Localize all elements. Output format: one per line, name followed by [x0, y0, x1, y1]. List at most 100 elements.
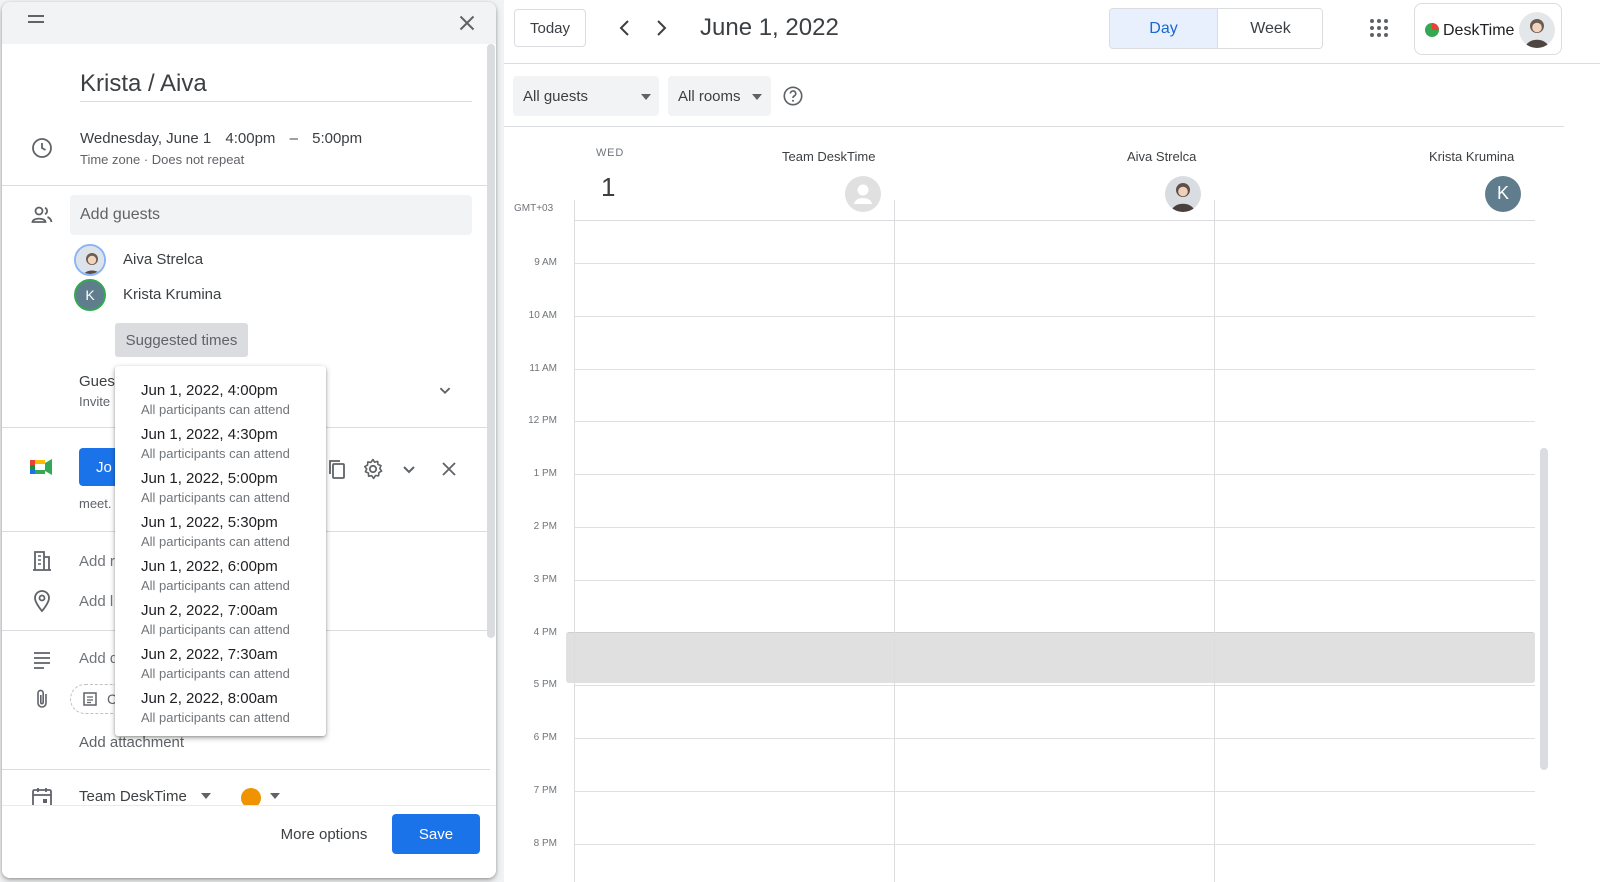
- divider: [504, 63, 1600, 64]
- hour-label: 5 PM: [533, 679, 557, 691]
- divider: [2, 769, 490, 770]
- suggested-time-note: All participants can attend: [141, 534, 290, 549]
- event-editor-panel: Wednesday, June 1 4:00pm – 5:00pm Time z…: [2, 2, 496, 878]
- suggested-time-option[interactable]: Jun 2, 2022, 7:30am All participants can …: [115, 644, 326, 688]
- column-name: Team DeskTime: [782, 149, 876, 164]
- desktime-logo-icon: [1425, 23, 1439, 37]
- person-placeholder-icon: [845, 176, 881, 212]
- suggested-time-option[interactable]: Jun 1, 2022, 5:30pm All participants can …: [115, 512, 326, 556]
- suggested-time: Jun 1, 2022, 5:30pm: [141, 514, 278, 531]
- hour-label: 11 AM: [529, 362, 557, 374]
- guests-filter[interactable]: All guests: [513, 76, 659, 116]
- guest-permissions-title[interactable]: Gues: [79, 373, 115, 390]
- suggested-time-option[interactable]: Jun 1, 2022, 4:00pm All participants can …: [115, 380, 326, 424]
- save-button[interactable]: Save: [392, 814, 480, 854]
- hour-label: 2 PM: [533, 521, 557, 532]
- suggested-times-menu: Jun 1, 2022, 4:00pm All participants can …: [115, 366, 326, 736]
- hour-line: [574, 632, 1535, 634]
- suggested-times-button[interactable]: Suggested times: [115, 323, 248, 357]
- hour-label: 1 PM: [533, 468, 557, 480]
- copy-icon[interactable]: [325, 457, 349, 481]
- caret-down-icon[interactable]: [201, 793, 211, 799]
- gear-icon[interactable]: [361, 457, 385, 481]
- event-datetime[interactable]: Wednesday, June 1 4:00pm – 5:00pm: [80, 130, 372, 147]
- caret-down-icon: [641, 94, 651, 100]
- close-icon[interactable]: [454, 10, 480, 36]
- remove-meet-icon[interactable]: [437, 457, 461, 481]
- suggested-time-note: All participants can attend: [141, 446, 290, 461]
- week-view-button[interactable]: Week: [1218, 9, 1322, 48]
- event-end-time[interactable]: 5:00pm: [312, 130, 362, 147]
- suggested-time-note: All participants can attend: [141, 666, 290, 681]
- meet-link[interactable]: meet.: [79, 496, 112, 511]
- clock-icon: [32, 138, 52, 158]
- event-date[interactable]: Wednesday, June 1: [80, 130, 211, 147]
- guest-name: Aiva Strelca: [123, 251, 204, 268]
- panel-scrollbar[interactable]: [487, 44, 495, 638]
- calendar-select[interactable]: Team DeskTime: [79, 788, 187, 805]
- description-icon: [34, 652, 50, 669]
- current-date-title: June 1, 2022: [700, 14, 839, 41]
- more-options-button[interactable]: More options: [264, 814, 384, 854]
- suggested-time: Jun 2, 2022, 7:30am: [141, 646, 278, 663]
- add-rooms-field[interactable]: Add r: [79, 553, 115, 570]
- guest-row[interactable]: Aiva Strelca: [74, 244, 374, 278]
- suggested-time-option[interactable]: Jun 2, 2022, 8:00am All participants can …: [115, 688, 326, 732]
- panel-header: [2, 2, 496, 44]
- column-name: Aiva Strelca: [1127, 149, 1197, 164]
- rooms-filter[interactable]: All rooms: [668, 76, 771, 116]
- avatar: [1519, 12, 1555, 48]
- column-divider: [574, 200, 575, 882]
- hour-line: [574, 421, 1535, 423]
- hour-label: 7 PM: [533, 785, 557, 796]
- chevron-left-icon[interactable]: [613, 16, 637, 40]
- rooms-filter-label: All rooms: [678, 87, 741, 105]
- time-dash: –: [289, 130, 298, 147]
- event-start-time[interactable]: 4:00pm: [225, 130, 275, 147]
- google-meet-icon: [30, 459, 52, 475]
- brand-name: DeskTime: [1443, 22, 1515, 39]
- add-description-field[interactable]: Add d: [79, 650, 118, 667]
- timezone-repeat-text[interactable]: Time zone · Does not repeat: [80, 152, 244, 167]
- add-guests-input[interactable]: [70, 195, 472, 235]
- suggested-time-option[interactable]: Jun 1, 2022, 6:00pm All participants can …: [115, 556, 326, 600]
- hour-line: [574, 579, 1535, 581]
- suggested-time: Jun 1, 2022, 4:30pm: [141, 426, 278, 443]
- day-view-button[interactable]: Day: [1110, 9, 1217, 48]
- view-toggle: Day Week: [1109, 8, 1323, 49]
- add-location-field[interactable]: Add l: [79, 593, 113, 610]
- suggested-time-note: All participants can attend: [141, 710, 290, 725]
- hour-line: [574, 263, 1535, 264]
- hour-label: 4 PM: [533, 626, 557, 638]
- calendar-scrollbar[interactable]: [1540, 448, 1548, 770]
- avatar-initial: K: [1496, 183, 1509, 203]
- suggested-time-note: All participants can attend: [141, 490, 290, 505]
- today-button[interactable]: Today: [514, 9, 586, 47]
- event-title-input[interactable]: [80, 66, 472, 102]
- chevron-down-icon[interactable]: [434, 379, 456, 401]
- event-block[interactable]: [566, 632, 1535, 683]
- hour-line: [574, 791, 1535, 792]
- caret-down-icon[interactable]: [270, 793, 280, 799]
- apps-grid-icon[interactable]: [1368, 17, 1390, 39]
- suggested-time-option[interactable]: Jun 1, 2022, 4:30pm All participants can …: [115, 424, 326, 468]
- hour-line: [574, 368, 1535, 370]
- guest-row[interactable]: K Krista Krumina: [74, 279, 374, 313]
- hour-label: 6 PM: [533, 732, 557, 744]
- chevron-right-icon[interactable]: [649, 16, 673, 40]
- divider: [574, 220, 1535, 221]
- drag-handle-icon[interactable]: [28, 15, 44, 29]
- add-attachment-link[interactable]: Add attachment: [79, 734, 184, 751]
- suggested-time-note: All participants can attend: [141, 622, 290, 637]
- suggested-time-option[interactable]: Jun 2, 2022, 7:00am All participants can …: [115, 600, 326, 644]
- column-divider: [894, 200, 895, 882]
- chevron-down-icon[interactable]: [397, 457, 421, 481]
- day-number[interactable]: 1: [601, 172, 615, 203]
- avatar: K: [74, 279, 106, 311]
- account-switcher[interactable]: DeskTime: [1414, 3, 1562, 55]
- avatar-initial: K: [85, 287, 95, 303]
- help-icon[interactable]: [782, 85, 804, 107]
- suggested-time-option[interactable]: Jun 1, 2022, 5:00pm All participants can …: [115, 468, 326, 512]
- timezone-label: GMT+03: [514, 203, 554, 214]
- divider: [2, 185, 490, 186]
